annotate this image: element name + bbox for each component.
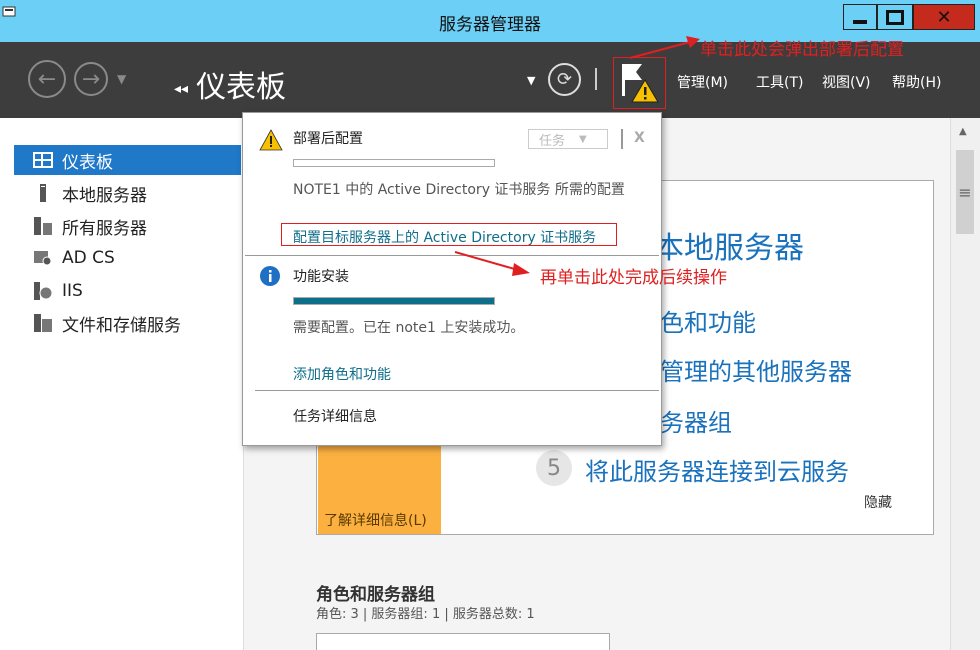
sidebar-item-dashboard[interactable]: 仪表板 (14, 145, 241, 175)
quick-start-panel: 了解详细信息(L) (318, 440, 441, 534)
menu-tools[interactable]: 工具(T) (756, 72, 803, 92)
notif-title-post-deploy: 部署后配置 (293, 131, 363, 147)
server-icon (32, 184, 54, 202)
notif-desc-post-deploy: NOTE1 中的 Active Directory 证书服务 所需的配置 (293, 182, 625, 198)
popup-separator (245, 255, 659, 256)
role-tile[interactable] (316, 633, 610, 650)
iis-icon (32, 282, 54, 300)
menu-help[interactable]: 帮助(H) (892, 72, 941, 92)
sidebar-item-label: 仪表板 (62, 152, 113, 173)
dropdown-icon[interactable]: ▼ (527, 74, 535, 87)
history-dropdown-icon[interactable]: ▼ (117, 72, 126, 86)
sidebar-item-ad-cs[interactable]: AD CS (14, 243, 241, 273)
breadcrumb: ◂◂ 仪表板 (174, 62, 286, 106)
flag-warning-icon (622, 64, 659, 103)
warning-icon (259, 129, 283, 151)
popup-separator (255, 390, 659, 391)
chevron-down-icon: ▼ (579, 133, 587, 145)
roles-title: 角色和服务器组 (316, 585, 435, 605)
popup-divider (621, 129, 623, 149)
sidebar: 仪表板 本地服务器 所有服务器 AD CS IIS 文件和存储服务 (0, 118, 244, 650)
sidebar-item-label: AD CS (62, 248, 115, 268)
grip-icon: ≡ (958, 182, 972, 202)
hide-link[interactable]: 隐藏 (864, 492, 892, 512)
sidebar-item-label: 文件和存储服务 (62, 315, 181, 336)
progress-fill (294, 298, 494, 304)
dashboard-icon (32, 151, 54, 169)
maximize-icon (886, 9, 904, 25)
scroll-up-icon[interactable]: ▲ (959, 126, 967, 137)
minimize-icon (853, 20, 867, 24)
task-dropdown-label: 任务 (539, 133, 566, 149)
step-add-roles[interactable]: 色和功能 (660, 303, 756, 338)
file-storage-icon (32, 314, 54, 332)
progress-bar-feature-install (293, 297, 495, 305)
task-dropdown[interactable]: 任务 ▼ (528, 129, 608, 149)
notif-title-feature-install: 功能安装 (293, 269, 349, 285)
notif-desc-feature-install: 需要配置。已在 note1 上安装成功。 (293, 320, 525, 336)
learn-more-link[interactable]: 了解详细信息(L) (324, 510, 427, 530)
breadcrumb-arrow-icon: ◂◂ (174, 80, 189, 97)
configure-adcs-link-box[interactable]: 配置目标服务器上的 Active Directory 证书服务 (281, 223, 617, 246)
close-icon: ✕ (936, 6, 952, 28)
roles-summary: 角色: 3 | 服务器组: 1 | 服务器总数: 1 (316, 607, 535, 622)
sidebar-item-label: IIS (62, 281, 83, 301)
scroll-thumb[interactable]: ≡ (956, 150, 974, 234)
menu-manage[interactable]: 管理(M) (677, 72, 728, 92)
dismiss-button[interactable]: X (634, 130, 645, 146)
info-icon (260, 266, 280, 286)
refresh-button[interactable]: ⟳ (548, 63, 581, 96)
step-connect-cloud[interactable]: 将此服务器连接到云服务 (585, 452, 849, 487)
step-create-server-group[interactable]: 务器组 (660, 403, 732, 438)
certificate-icon (32, 249, 54, 267)
close-button[interactable]: ✕ (913, 4, 975, 30)
sidebar-item-label: 本地服务器 (62, 185, 147, 206)
minimize-button[interactable] (843, 4, 877, 30)
step-configure-local-server[interactable]: 本地服务器 (654, 223, 804, 267)
forward-arrow-icon: → (81, 66, 101, 92)
step-add-servers[interactable]: 管理的其他服务器 (660, 352, 852, 387)
annotation-flag-note: 单击此处会弹出部署后配置 (700, 40, 904, 60)
back-button[interactable]: ← (28, 60, 66, 98)
sidebar-item-label: 所有服务器 (62, 218, 147, 239)
sidebar-item-local-server[interactable]: 本地服务器 (14, 178, 241, 208)
configure-adcs-link[interactable]: 配置目标服务器上的 Active Directory 证书服务 (293, 227, 596, 247)
annotation-link-note: 再单击此处完成后续操作 (540, 268, 727, 288)
progress-bar-post-deploy (293, 159, 495, 167)
step-number-5: 5 (536, 450, 572, 486)
servers-icon (32, 217, 54, 235)
window-title: 服务器管理器 (439, 15, 541, 35)
menu-view[interactable]: 视图(V) (822, 72, 871, 92)
sidebar-item-file-storage[interactable]: 文件和存储服务 (14, 308, 241, 338)
notification-flag-button[interactable] (613, 57, 666, 109)
sidebar-item-iis[interactable]: IIS (14, 276, 241, 306)
refresh-icon: ⟳ (556, 69, 573, 90)
toolbar-divider (595, 68, 597, 90)
forward-button[interactable]: → (74, 62, 108, 96)
back-arrow-icon: ← (37, 66, 57, 92)
add-roles-link[interactable]: 添加角色和功能 (293, 364, 391, 384)
vertical-scrollbar[interactable]: ▲ ≡ (950, 118, 980, 650)
sidebar-item-all-servers[interactable]: 所有服务器 (14, 211, 241, 241)
task-details-link[interactable]: 任务详细信息 (293, 406, 377, 426)
maximize-button[interactable] (877, 4, 913, 30)
breadcrumb-label: 仪表板 (196, 70, 287, 105)
